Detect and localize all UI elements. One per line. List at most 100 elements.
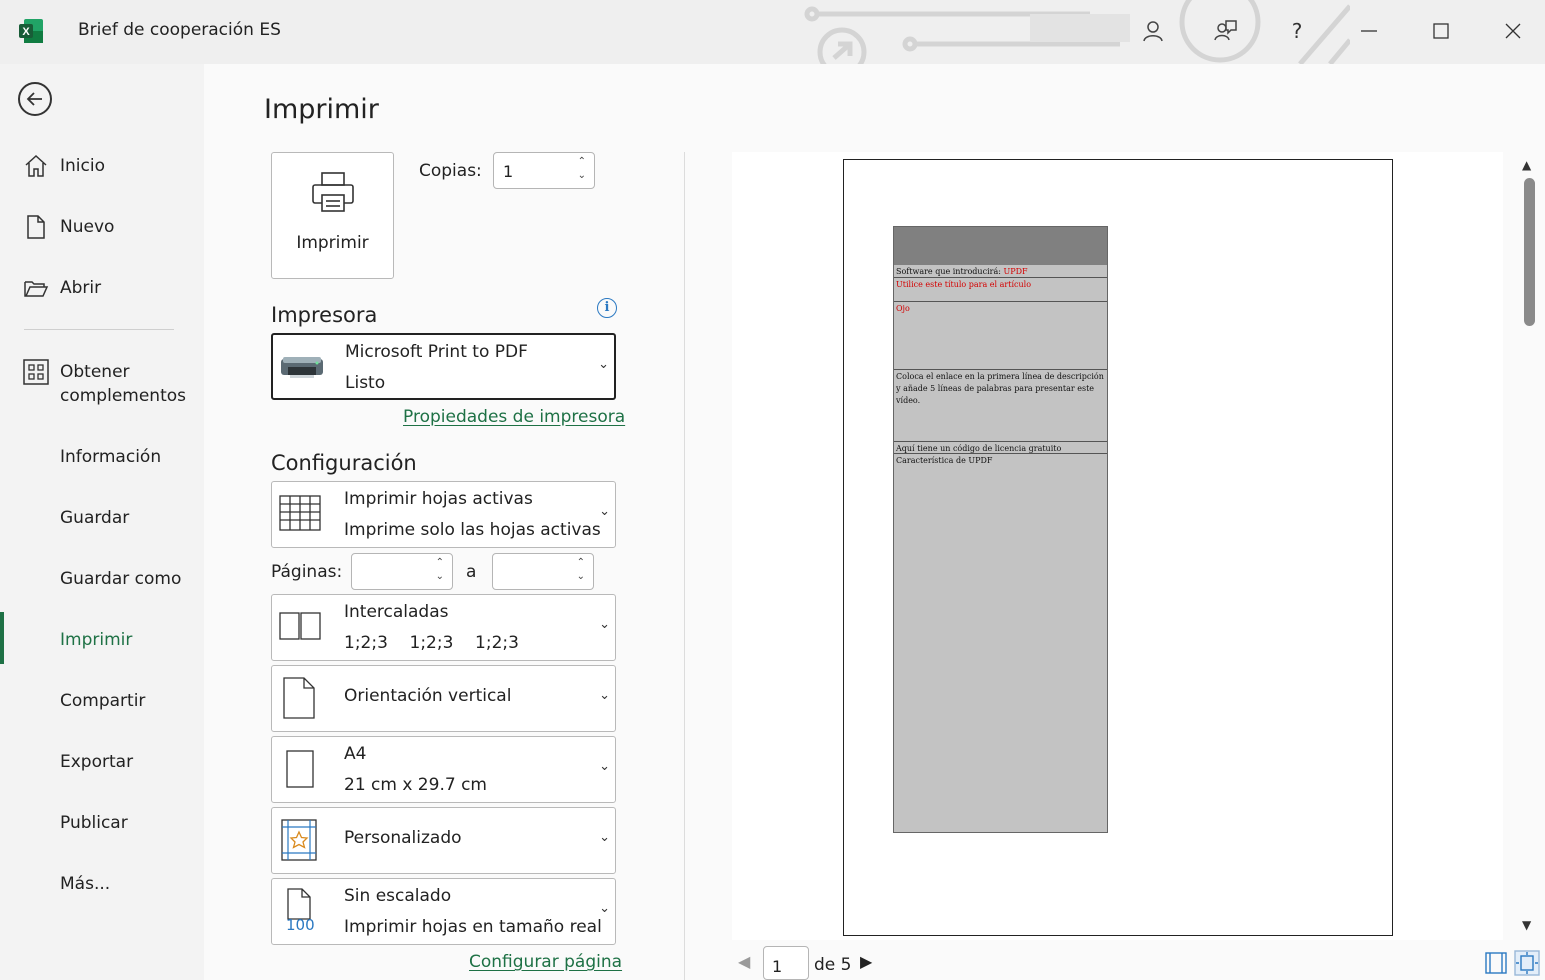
- printer-select[interactable]: Microsoft Print to PDF Listo ⌄: [271, 333, 616, 400]
- nav-item-label: Compartir: [60, 691, 146, 711]
- nav-item-label: Publicar: [60, 813, 128, 833]
- sheet-row-red-text: UPDF: [1003, 267, 1028, 276]
- title-bar: X Brief de cooperación ES ?: [0, 0, 1545, 64]
- zoom-to-page-icon[interactable]: [1514, 950, 1540, 976]
- nav-item-label: Abrir: [60, 278, 102, 298]
- titlebar-circuit-decoration: [804, 0, 1350, 64]
- nav-item-label: Más...: [60, 874, 111, 894]
- margins-select[interactable]: Personalizado ⌄: [271, 807, 616, 874]
- copies-label: Copias:: [419, 161, 482, 181]
- minimize-button[interactable]: [1349, 12, 1389, 50]
- back-arrow-icon: [26, 92, 42, 106]
- nav-item-nuevo[interactable]: Nuevo: [0, 201, 204, 251]
- nav-item-label: Nuevo: [60, 217, 115, 237]
- page-count-label: de 5: [814, 955, 852, 975]
- nav-item-informacion[interactable]: Información: [0, 431, 204, 481]
- scaling-subtitle: Imprimir hojas en tamaño real: [344, 917, 602, 937]
- paper-size-subtitle: 21 cm x 29.7 cm: [344, 775, 487, 795]
- previous-page-icon[interactable]: ◀: [738, 952, 750, 971]
- nav-item-label: Inicio: [60, 156, 105, 176]
- scaling-title: Sin escalado: [344, 886, 452, 906]
- nav-item-label: Obtener: [60, 362, 130, 382]
- printer-properties-link[interactable]: Propiedades de impresora: [403, 407, 625, 427]
- close-button[interactable]: [1493, 12, 1533, 50]
- nav-item-guardar-como[interactable]: Guardar como: [0, 553, 204, 603]
- printer-icon: [312, 172, 354, 212]
- vertical-scrollbar-thumb[interactable]: [1524, 178, 1535, 326]
- collation-subtitle: 1;2;3 1;2;3 1;2;3: [344, 633, 519, 653]
- pages-to-input[interactable]: ⌃ ⌄: [492, 553, 594, 590]
- info-icon[interactable]: i: [597, 298, 617, 318]
- chevron-down-icon: ⌄: [599, 504, 610, 519]
- chevron-down-icon: ⌄: [599, 688, 610, 703]
- maximize-button[interactable]: [1421, 12, 1461, 50]
- pages-label: Páginas:: [271, 562, 343, 582]
- nav-item-exportar[interactable]: Exportar: [0, 736, 204, 786]
- stepper-down-icon[interactable]: ⌄: [436, 571, 444, 582]
- orientation-select[interactable]: Orientación vertical ⌄: [271, 665, 616, 732]
- nav-item-publicar[interactable]: Publicar: [0, 797, 204, 847]
- nav-item-mas[interactable]: Más...: [0, 858, 204, 908]
- stepper-down-icon[interactable]: ⌄: [578, 170, 586, 181]
- nav-item-compartir[interactable]: Compartir: [0, 675, 204, 725]
- sheet-row-red-text: Utilice este título para el artículo: [896, 280, 1032, 289]
- nav-item-label: Exportar: [60, 752, 134, 772]
- sheet-row: Utilice este título para el artículo: [894, 277, 1107, 301]
- chevron-down-icon: ⌄: [598, 357, 609, 372]
- collation-title: Intercaladas: [344, 602, 449, 622]
- back-button[interactable]: [18, 82, 52, 116]
- pdf-printer-icon: [281, 357, 323, 378]
- scroll-up-arrow-icon[interactable]: ▲: [1522, 158, 1531, 172]
- copies-value: 1: [503, 162, 514, 181]
- printer-section-title: Impresora: [271, 303, 378, 327]
- printer-name: Microsoft Print to PDF: [345, 342, 528, 362]
- feedback-icon[interactable]: [1205, 12, 1245, 50]
- sheet-row: Característica de UPDF: [894, 453, 1107, 465]
- next-page-icon[interactable]: ▶: [860, 952, 872, 971]
- nav-item-label: Información: [60, 447, 162, 467]
- panel-divider: [684, 152, 685, 980]
- nav-item-guardar[interactable]: Guardar: [0, 492, 204, 542]
- paper-size-title: A4: [344, 744, 367, 764]
- nav-item-label: Guardar como: [60, 569, 182, 589]
- paper-size-icon: [286, 750, 314, 788]
- collated-icon: [279, 612, 321, 640]
- nav-item-obtener-complementos[interactable]: Obtener complementos: [0, 346, 204, 412]
- page-title: Imprimir: [264, 94, 379, 125]
- account-icon[interactable]: [1133, 12, 1173, 50]
- print-what-select[interactable]: Imprimir hojas activas Imprime solo las …: [271, 481, 616, 548]
- sheet-row: Aquí tiene un código de licencia gratuit…: [894, 441, 1107, 453]
- excel-app-icon: X: [19, 19, 43, 43]
- addins-grid-icon: [23, 359, 49, 385]
- new-document-icon: [27, 215, 45, 239]
- copies-stepper[interactable]: 1 ⌃ ⌄: [493, 152, 595, 189]
- nav-item-imprimir[interactable]: Imprimir: [0, 614, 204, 664]
- sheet-row: Coloca el enlace en la primera línea de …: [894, 369, 1107, 441]
- nav-item-inicio[interactable]: Inicio: [0, 140, 204, 190]
- paper-size-select[interactable]: A4 21 cm x 29.7 cm ⌄: [271, 736, 616, 803]
- page-setup-link[interactable]: Configurar página: [469, 952, 622, 972]
- help-button[interactable]: ?: [1277, 12, 1317, 50]
- stepper-up-icon[interactable]: ⌃: [436, 557, 444, 568]
- current-page-input[interactable]: 1: [763, 946, 809, 980]
- print-button[interactable]: Imprimir: [271, 152, 394, 279]
- collation-select[interactable]: Intercaladas 1;2;3 1;2;3 1;2;3 ⌄: [271, 594, 616, 661]
- print-what-subtitle: Imprime solo las hojas activas: [344, 520, 601, 540]
- orientation-title: Orientación vertical: [344, 686, 512, 706]
- nav-item-abrir[interactable]: Abrir: [0, 262, 204, 312]
- sheet-row: Ojo: [894, 301, 1107, 369]
- scaling-select[interactable]: 100 Sin escalado Imprimir hojas en tamañ…: [271, 878, 616, 945]
- pages-from-input[interactable]: ⌃ ⌄: [351, 553, 453, 590]
- chevron-down-icon: ⌄: [599, 830, 610, 845]
- scroll-down-arrow-icon[interactable]: ▼: [1522, 918, 1531, 932]
- show-margins-icon[interactable]: [1483, 950, 1509, 976]
- stepper-down-icon[interactable]: ⌄: [577, 571, 585, 582]
- open-folder-icon: [24, 281, 49, 297]
- stepper-up-icon[interactable]: ⌃: [577, 557, 585, 568]
- preview-sheet-content: Software que introducirá: UPDF Utilice e…: [893, 226, 1108, 833]
- print-button-label: Imprimir: [296, 233, 369, 253]
- stepper-up-icon[interactable]: ⌃: [578, 156, 586, 167]
- chevron-down-icon: ⌄: [599, 901, 610, 916]
- printer-status: Listo: [345, 373, 386, 393]
- nav-item-label: Imprimir: [60, 630, 133, 650]
